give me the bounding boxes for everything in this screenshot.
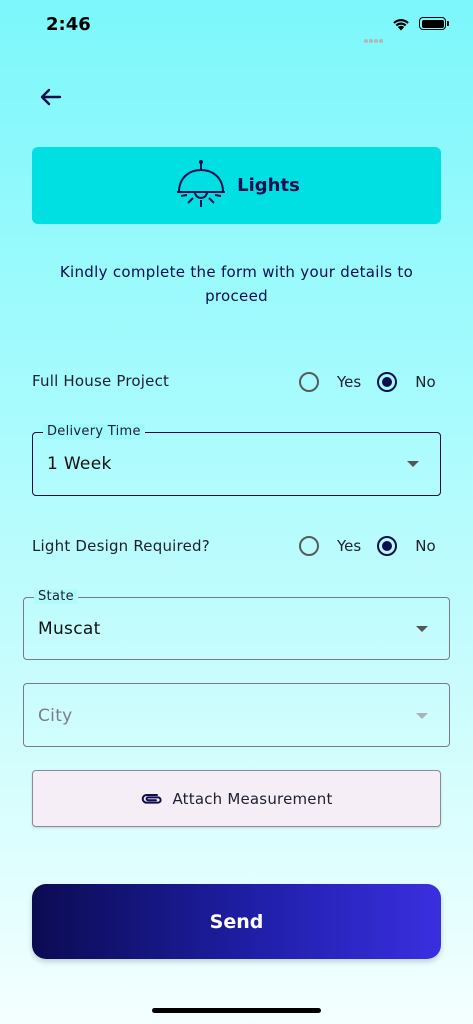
send-label: Send [209,910,264,933]
back-arrow-icon[interactable] [34,80,68,114]
full-house-yes-radio[interactable] [299,372,319,392]
state-value: Muscat [38,619,101,639]
battery-icon [419,17,449,30]
full-house-project-label: Full House Project [32,372,170,390]
signal-icon [364,28,384,47]
chevron-down-icon [416,626,428,632]
wifi-icon [393,19,409,31]
state-dropdown[interactable]: State Muscat [23,589,450,660]
attach-measurement-label: Attach Measurement [172,789,333,808]
city-placeholder: City [38,706,73,726]
state-legend: State [34,589,78,604]
attach-measurement-button[interactable]: Attach Measurement [32,770,441,827]
ceiling-lamp-icon [177,159,226,207]
paperclip-icon [142,793,163,804]
status-time: 2:46 [46,14,91,35]
chevron-down-icon [407,461,419,467]
light-design-no-label: No [415,537,436,555]
city-dropdown[interactable]: City [23,683,450,747]
full-house-yes-label: Yes [337,373,362,391]
light-design-radio-group: Yes No [299,536,436,556]
send-button[interactable]: Send [32,884,441,959]
light-design-label: Light Design Required? [32,537,210,555]
chevron-down-icon [416,713,428,719]
full-house-no-radio[interactable] [377,372,398,392]
category-card: Lights [32,147,441,224]
light-design-yes-label: Yes [337,537,362,555]
light-design-no-radio[interactable] [377,536,398,556]
delivery-time-value: 1 Week [47,454,112,474]
full-house-project-radio-group: Yes No [299,372,436,392]
full-house-no-label: No [415,373,436,391]
category-title: Lights [237,175,300,196]
intro-text: Kindly complete the form with your detai… [59,263,414,305]
delivery-time-legend: Delivery Time [43,424,145,439]
light-design-yes-radio[interactable] [299,536,319,556]
delivery-time-dropdown[interactable]: Delivery Time 1 Week [32,424,441,496]
home-indicator [152,1008,321,1013]
